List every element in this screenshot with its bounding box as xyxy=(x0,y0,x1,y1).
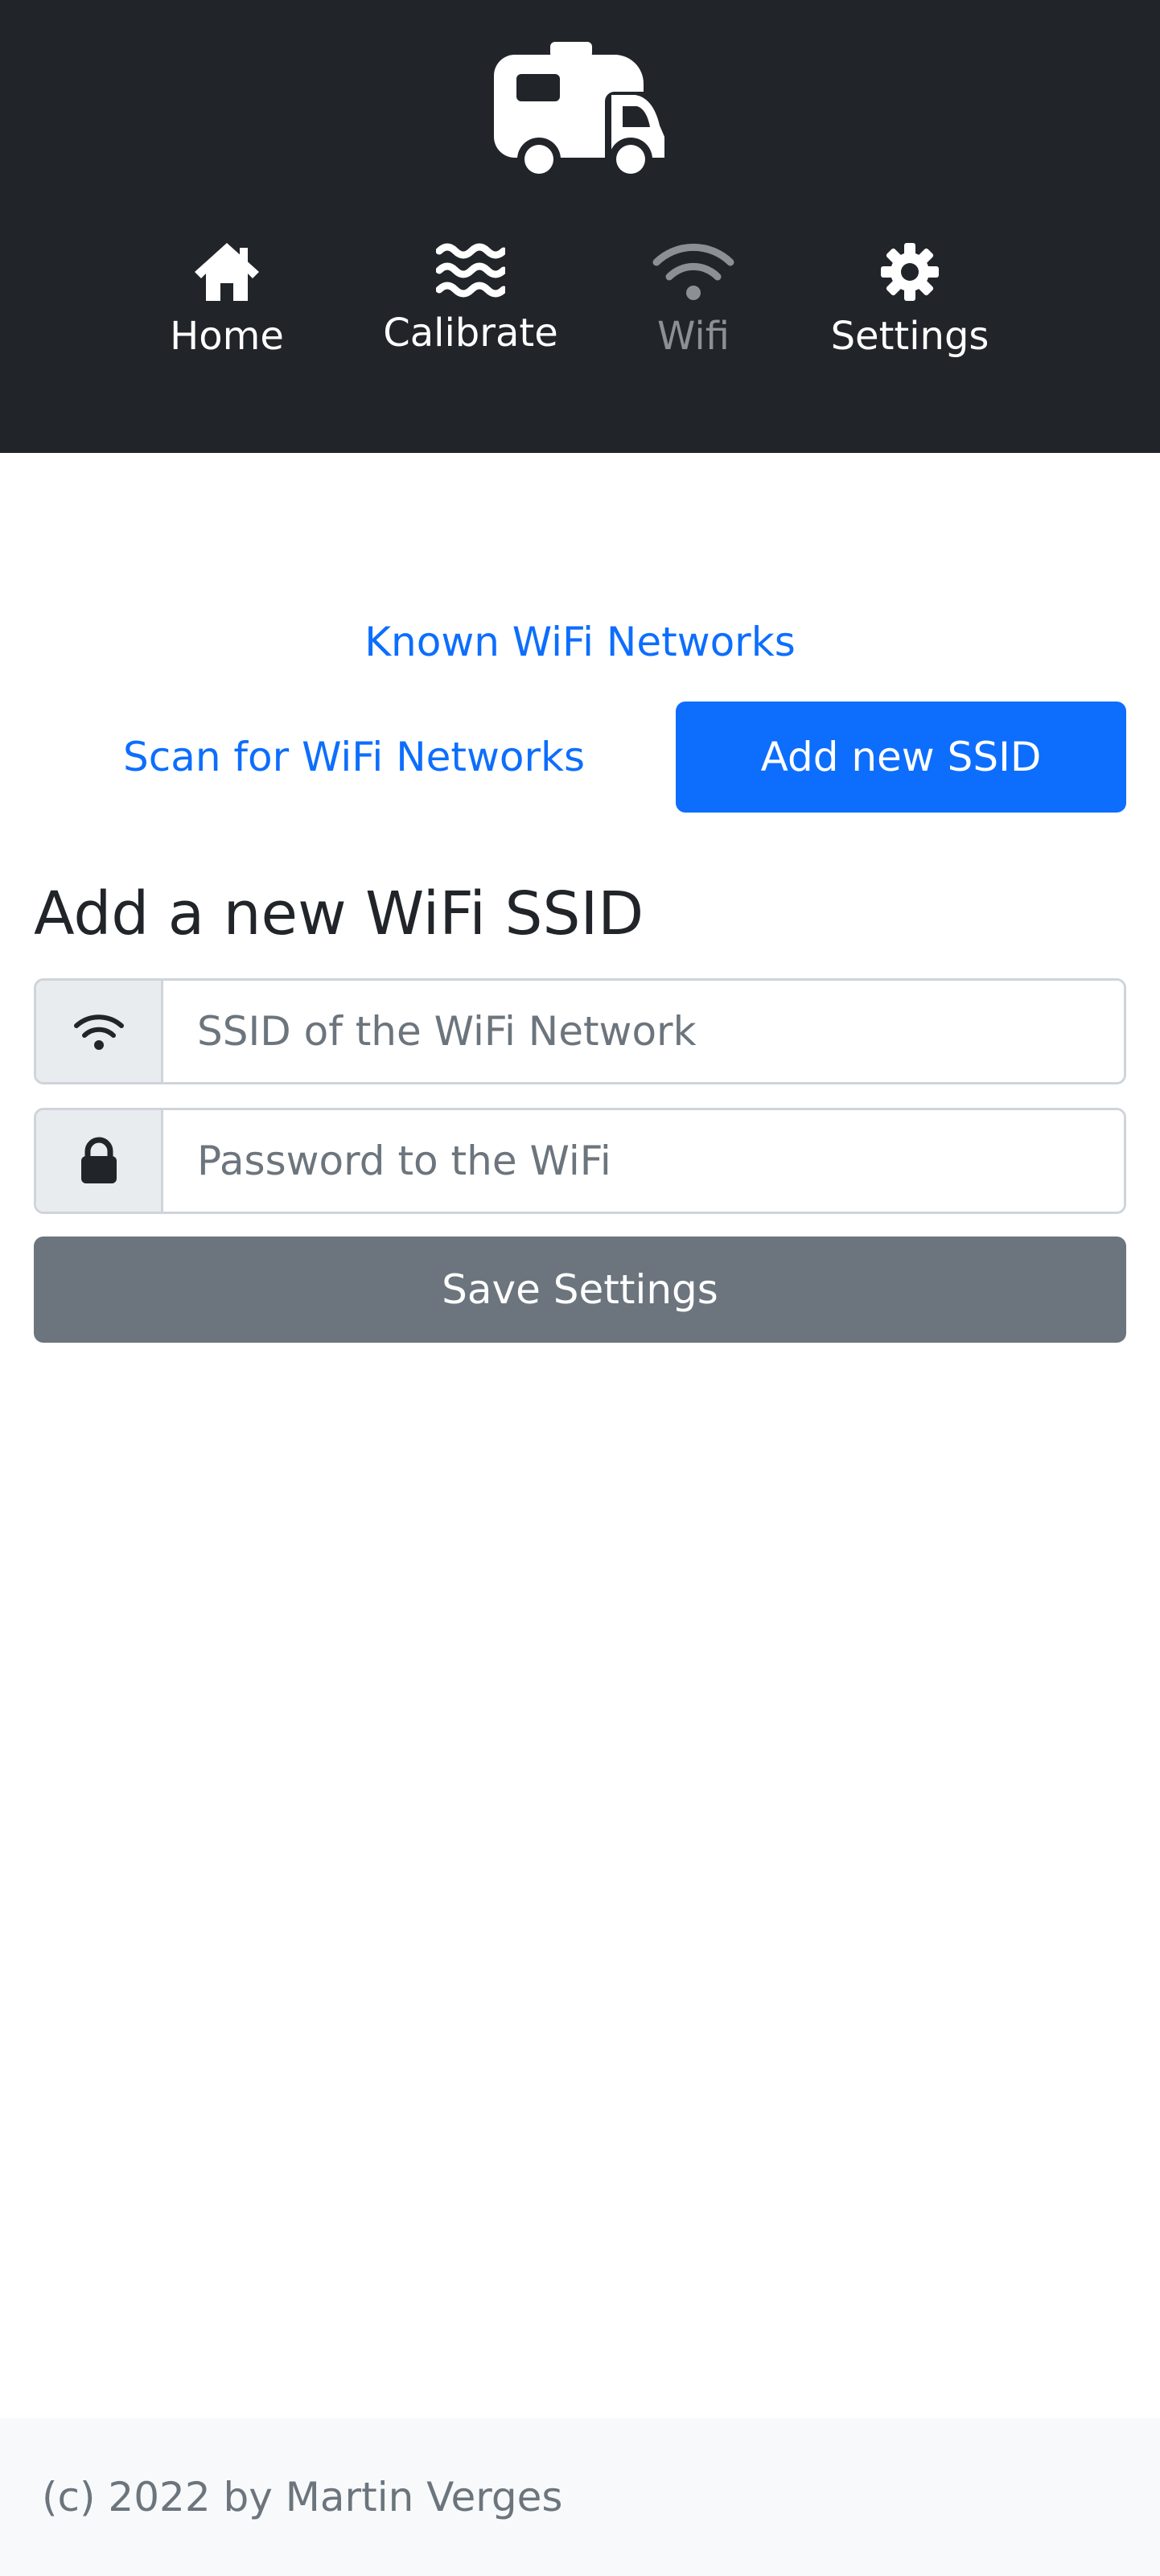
nav-settings-label: Settings xyxy=(830,314,989,359)
ssid-input-group xyxy=(34,978,1126,1084)
page: Home Calibrate Wifi Settings Known WiFi … xyxy=(0,0,1160,2576)
gear-icon xyxy=(881,243,939,301)
tab-known-networks[interactable]: Known WiFi Networks xyxy=(322,605,838,679)
nav-wifi[interactable]: Wifi xyxy=(648,241,738,359)
password-input[interactable] xyxy=(163,1110,1124,1212)
wifi-icon xyxy=(73,1014,124,1050)
ssid-input[interactable] xyxy=(163,981,1124,1082)
home-icon xyxy=(195,243,259,301)
password-addon xyxy=(36,1110,163,1212)
footer-copyright: (c) 2022 by Martin Verges xyxy=(42,2474,563,2520)
nav-home-label: Home xyxy=(170,314,284,359)
water-icon xyxy=(436,243,505,298)
lock-icon xyxy=(80,1137,117,1183)
nav-wifi-label: Wifi xyxy=(657,314,730,359)
top-navbar: Home Calibrate Wifi Settings xyxy=(0,0,1160,453)
caravan-icon xyxy=(494,42,664,181)
tab-add-ssid[interactable]: Add new SSID xyxy=(676,702,1126,813)
nav-home[interactable]: Home xyxy=(163,241,290,359)
footer: (c) 2022 by Martin Verges xyxy=(0,2418,1160,2576)
ssid-addon xyxy=(36,981,163,1082)
nav-calibrate-label: Calibrate xyxy=(383,311,558,356)
wifi-icon xyxy=(652,243,734,300)
password-input-group xyxy=(34,1108,1126,1214)
nav-settings[interactable]: Settings xyxy=(821,241,998,359)
form-title: Add a new WiFi SSID xyxy=(34,879,644,949)
nav-calibrate[interactable]: Calibrate xyxy=(376,241,566,356)
tab-scan-networks[interactable]: Scan for WiFi Networks xyxy=(34,702,674,813)
save-settings-button[interactable]: Save Settings xyxy=(34,1237,1126,1343)
